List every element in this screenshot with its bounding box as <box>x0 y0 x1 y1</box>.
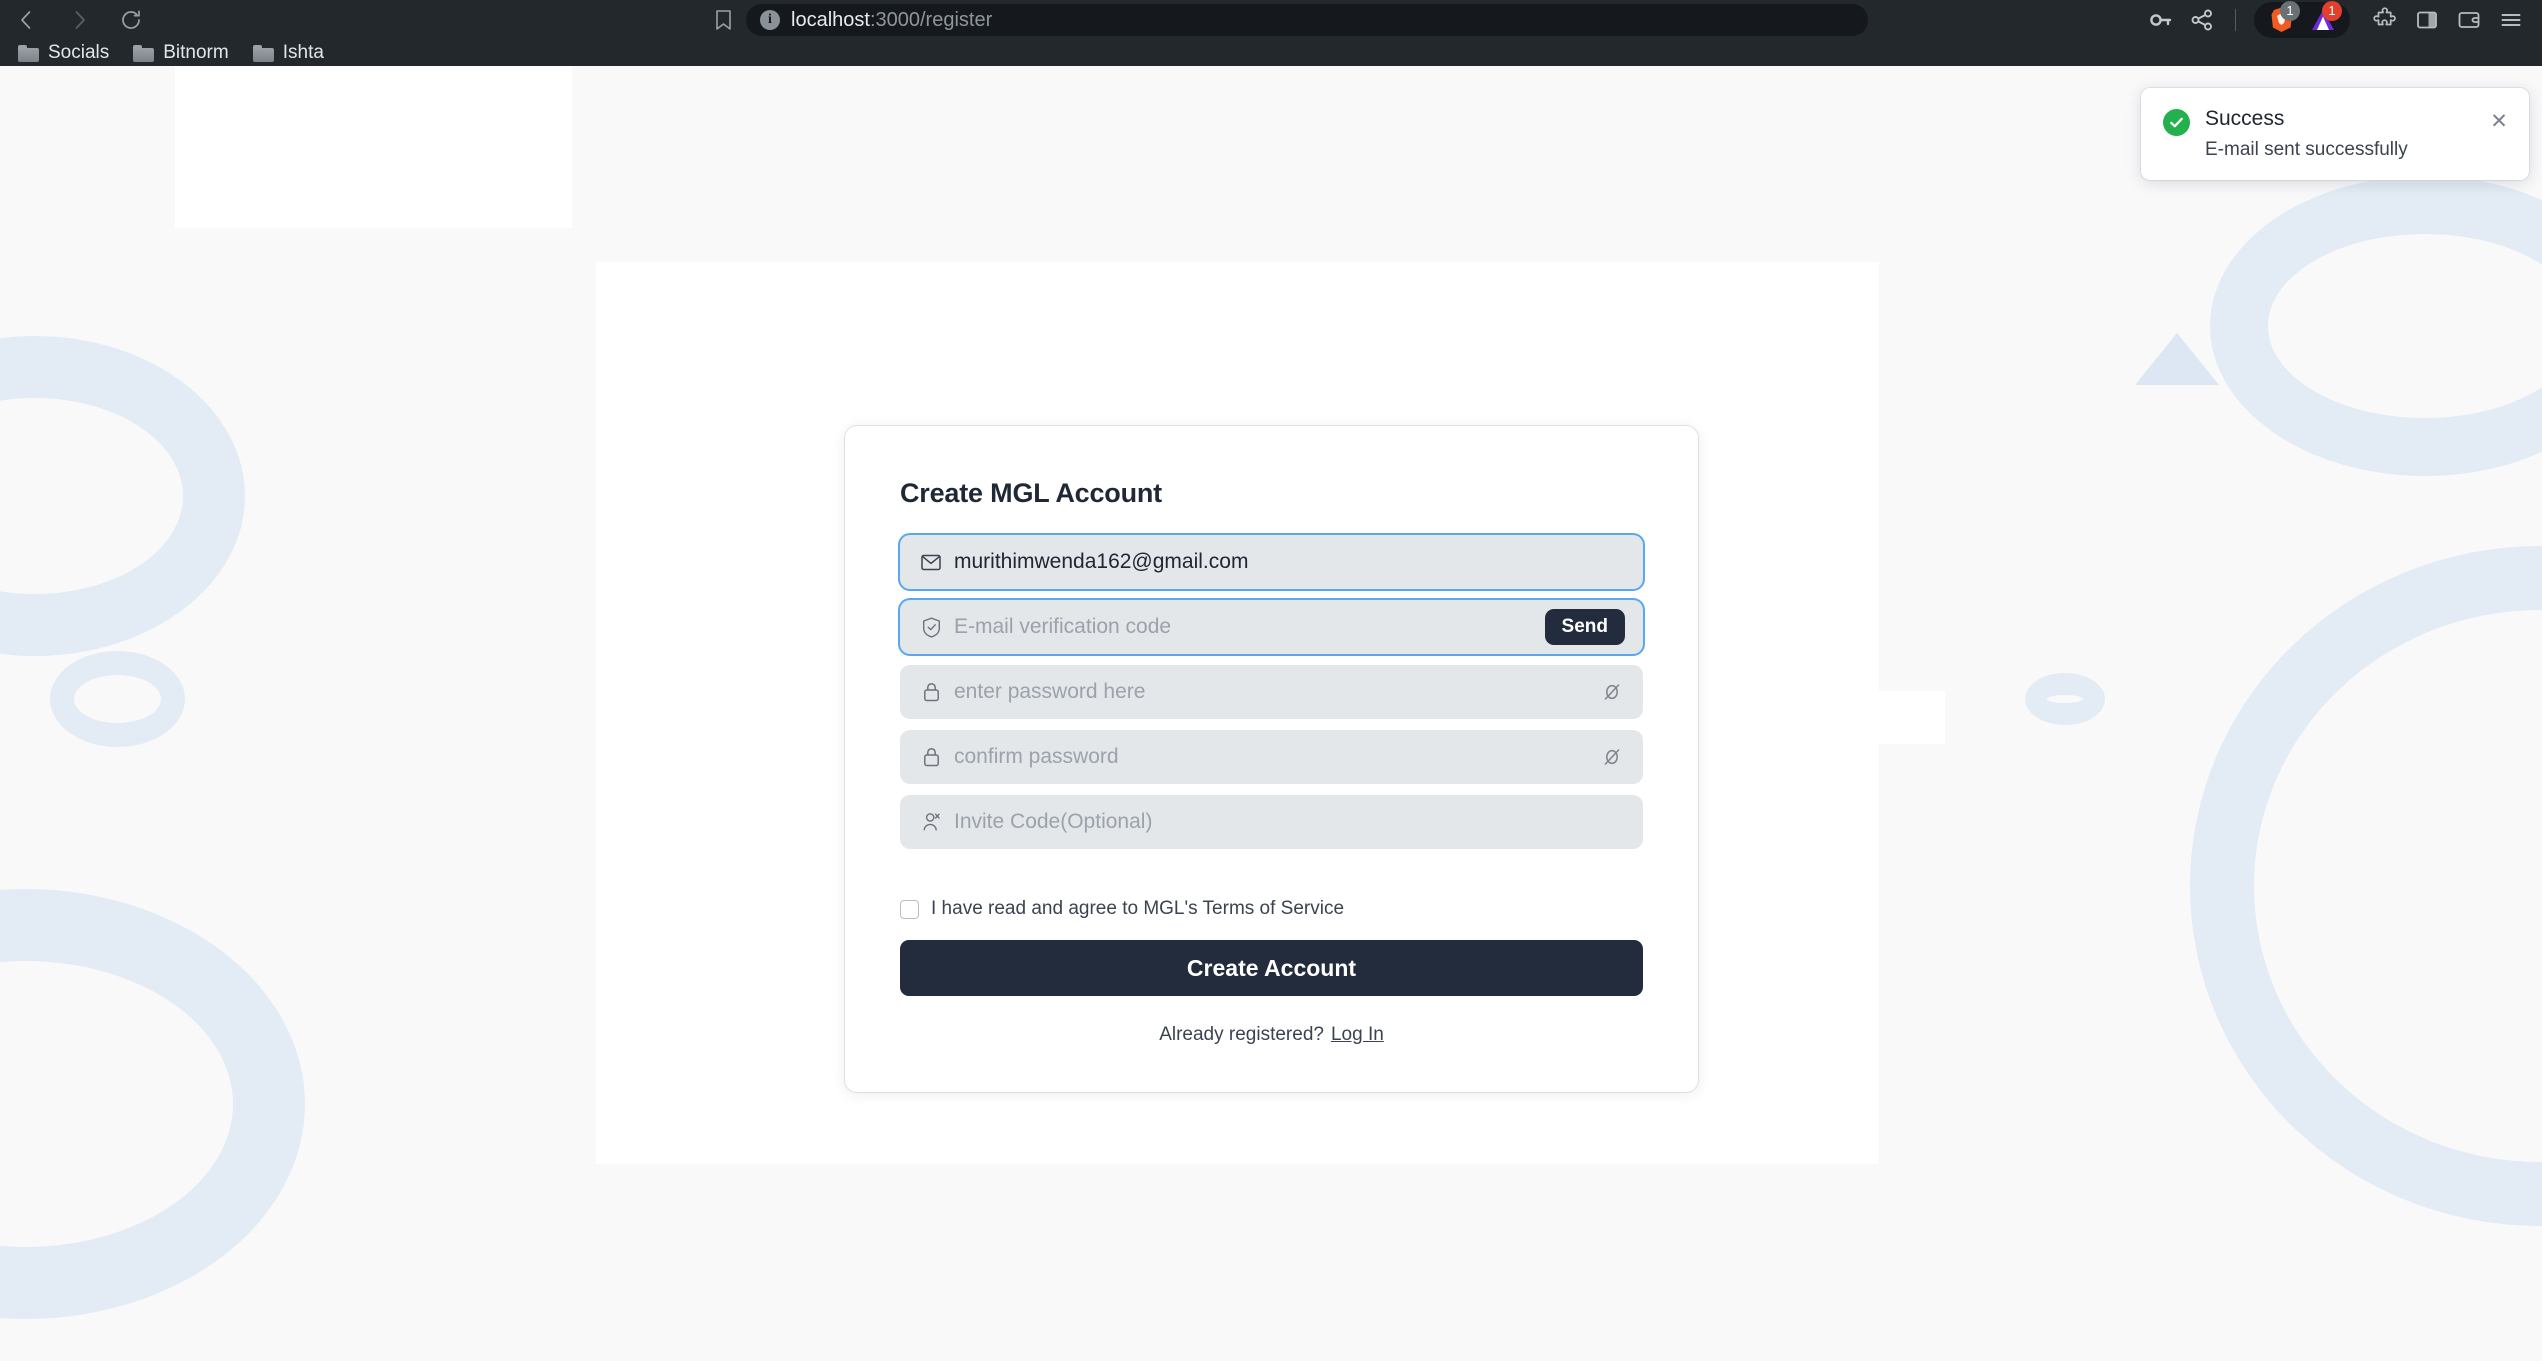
folder-icon <box>18 44 39 62</box>
hamburger-menu-icon <box>2501 14 2521 26</box>
share-icon <box>2191 9 2212 31</box>
decorative-ring <box>2025 673 2105 725</box>
lock-icon <box>920 746 942 768</box>
sidebar-toggle-button[interactable] <box>2406 2 2448 38</box>
wallet-button[interactable] <box>2448 2 2490 38</box>
terms-checkbox[interactable] <box>900 899 919 919</box>
bookmark-item-socials[interactable]: Socials <box>6 40 121 66</box>
toolbar-divider <box>2235 9 2236 31</box>
bookmark-label: Bitnorm <box>163 42 229 63</box>
key-icon <box>2150 14 2172 26</box>
reload-icon <box>122 10 140 29</box>
shield-check-icon <box>920 616 942 638</box>
decorative-ring <box>2190 546 2542 1226</box>
url-input[interactable]: i localhost:3000/register <box>746 4 1868 36</box>
bookmark-icon[interactable] <box>708 5 738 35</box>
verification-code-placeholder: E-mail verification code <box>954 615 1172 638</box>
terms-label: I have read and agree to MGL's Terms of … <box>931 898 1345 919</box>
close-icon[interactable]: ✕ <box>2487 109 2511 133</box>
puzzle-icon <box>2373 7 2396 26</box>
folder-icon <box>133 44 155 62</box>
send-code-button[interactable]: Send <box>1544 609 1625 645</box>
lock-icon <box>920 681 942 703</box>
toast-body: Success E-mail sent successfully <box>2205 107 2472 161</box>
url-text: localhost:3000/register <box>791 9 992 32</box>
url-host: localhost <box>791 8 870 31</box>
bookmark-item-bitnorm[interactable]: Bitnorm <box>121 40 240 66</box>
decorative-ring <box>50 651 185 747</box>
bookmark-label: Socials <box>48 42 110 63</box>
back-button[interactable] <box>10 3 44 37</box>
extension-group: 1 1 <box>2254 1 2350 38</box>
bookmark-label: Ishta <box>282 42 324 63</box>
confirm-password-visibility-toggle[interactable] <box>1599 744 1625 770</box>
folder-icon <box>252 44 274 62</box>
user-add-icon <box>920 811 942 833</box>
toolbar-right-icons: 1 1 <box>2139 0 2542 40</box>
eye-off-icon <box>1604 749 1620 765</box>
site-info-icon[interactable]: i <box>760 10 780 30</box>
share-button[interactable] <box>2181 2 2223 38</box>
toast-message: E-mail sent successfully <box>2205 139 2408 160</box>
chevron-right-icon <box>75 11 85 29</box>
navigation-controls <box>0 0 148 40</box>
right-white-strip <box>1879 691 1945 744</box>
bookmarks-bar: Socials Bitnorm Ishta <box>0 40 2542 66</box>
browser-menu-button[interactable] <box>2490 2 2532 38</box>
top-white-panel <box>175 66 572 228</box>
reload-button[interactable] <box>114 3 148 37</box>
email-field[interactable]: murithimwenda162@gmail.com <box>900 535 1643 589</box>
decorative-triangle <box>2135 333 2219 385</box>
brave-shields-badge: 1 <box>2280 1 2300 21</box>
eye-off-icon <box>1604 684 1620 700</box>
url-path: :3000/register <box>869 8 993 31</box>
password-field[interactable]: enter password here <box>900 665 1643 719</box>
email-value: murithimwenda162@gmail.com <box>954 550 1249 573</box>
decorative-ring <box>0 889 305 1319</box>
extensions-button[interactable] <box>2364 2 2406 38</box>
invite-code-field[interactable]: Invite Code(Optional) <box>900 795 1643 849</box>
card-footer: Already registered? Log In <box>900 1024 1643 1046</box>
terms-row: I have read and agree to MGL's Terms of … <box>900 898 1643 920</box>
page-viewport: Create MGL Account murithimwenda162@gmai… <box>0 66 2542 1361</box>
password-placeholder: enter password here <box>954 680 1146 703</box>
invite-code-placeholder: Invite Code(Optional) <box>954 810 1153 833</box>
extension-button[interactable]: 1 <box>2302 1 2344 38</box>
password-visibility-toggle[interactable] <box>1599 679 1625 705</box>
forward-button[interactable] <box>62 3 96 37</box>
envelope-icon <box>920 551 942 573</box>
address-bar-area: i localhost:3000/register <box>708 3 1868 37</box>
toast-title: Success <box>2205 107 2285 130</box>
success-toast: Success E-mail sent successfully ✕ <box>2141 88 2529 180</box>
wallet-icon <box>2458 12 2480 28</box>
decorative-ring <box>0 336 245 656</box>
verification-code-field[interactable]: E-mail verification code Send <box>900 600 1643 654</box>
already-registered-text: Already registered? <box>1159 1024 1324 1045</box>
register-card: Create MGL Account murithimwenda162@gmai… <box>845 426 1698 1092</box>
sidebar-panel-icon <box>2417 11 2437 29</box>
decorative-ring <box>2210 176 2542 476</box>
confirm-password-placeholder: confirm password <box>954 745 1119 768</box>
create-account-button[interactable]: Create Account <box>900 940 1643 996</box>
login-link[interactable]: Log In <box>1331 1024 1384 1045</box>
bookmark-item-ishta[interactable]: Ishta <box>241 40 336 66</box>
brave-shields-button[interactable]: 1 <box>2260 1 2302 38</box>
success-check-icon <box>2163 109 2190 136</box>
confirm-password-field[interactable]: confirm password <box>900 730 1643 784</box>
page-title: Create MGL Account <box>900 478 1162 508</box>
extension-badge: 1 <box>2322 1 2342 21</box>
password-manager-button[interactable] <box>2139 2 2181 38</box>
chevron-left-icon <box>21 11 31 29</box>
